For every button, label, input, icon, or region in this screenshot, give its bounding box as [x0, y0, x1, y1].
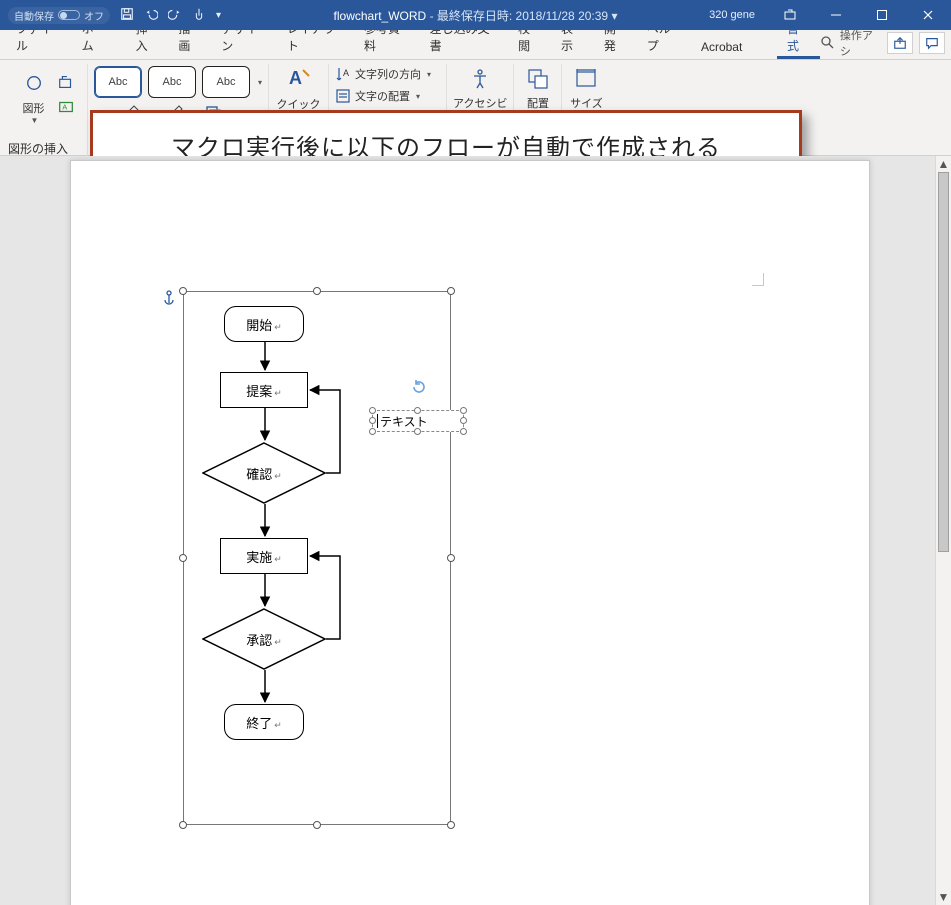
- tell-me-icon[interactable]: [820, 35, 834, 52]
- resize-handle[interactable]: [414, 428, 421, 435]
- ribbon-tabs: ファイル ホーム 挿入 描画 デザイン レイアウト 参考資料 差し込み文書 校閲…: [0, 30, 951, 60]
- maximize-button[interactable]: [859, 9, 905, 21]
- tell-me-input[interactable]: 操作アシ: [840, 27, 881, 59]
- margin-corner-mark: [750, 273, 764, 287]
- quick-access-toolbar: ▾: [120, 7, 230, 24]
- flow-node-propose[interactable]: 提案: [220, 372, 308, 408]
- scroll-thumb[interactable]: [938, 172, 949, 552]
- textbox-text: テキスト: [380, 413, 428, 430]
- resize-handle[interactable]: [414, 407, 421, 414]
- flow-arrow: [264, 408, 266, 445]
- size-icon[interactable]: [573, 66, 599, 95]
- close-button[interactable]: [905, 9, 951, 21]
- flow-node-start[interactable]: 開始: [224, 306, 304, 342]
- text-direction-button[interactable]: A 文字列の方向▾: [335, 66, 431, 82]
- shape-style-2[interactable]: Abc: [148, 66, 196, 98]
- shape-styles-more-icon[interactable]: ▾: [256, 78, 262, 87]
- arrange-icon[interactable]: [525, 66, 551, 95]
- account-name[interactable]: 320 gene: [697, 9, 767, 21]
- flow-label-textbox[interactable]: テキスト: [372, 410, 464, 432]
- resize-handle[interactable]: [369, 417, 376, 424]
- title-dropdown-icon[interactable]: ▾: [611, 9, 617, 23]
- document-filename: flowchart_WORD: [334, 9, 427, 23]
- shapes-gallery-button[interactable]: [17, 66, 51, 100]
- size-label: サイズ: [570, 95, 603, 111]
- autosave-switch-icon: [58, 10, 80, 20]
- quick-styles-icon[interactable]: A: [285, 66, 313, 93]
- resize-handle[interactable]: [460, 428, 467, 435]
- scroll-up-icon[interactable]: ▲: [936, 156, 951, 172]
- flow-node-end[interactable]: 終了: [224, 704, 304, 740]
- svg-text:A: A: [289, 68, 302, 88]
- autosave-toggle[interactable]: 自動保存 オフ: [8, 7, 110, 24]
- svg-text:A: A: [62, 102, 67, 111]
- flow-arrow: [264, 670, 266, 707]
- autosave-label: 自動保存: [14, 8, 54, 23]
- ribbon-display-options-icon[interactable]: [767, 9, 813, 21]
- svg-text:A: A: [343, 68, 349, 78]
- shapes-label: 図形: [23, 100, 45, 116]
- save-icon[interactable]: [120, 7, 134, 24]
- minimize-button[interactable]: [813, 9, 859, 21]
- autosave-state: オフ: [84, 8, 104, 23]
- undo-icon[interactable]: [144, 7, 158, 24]
- title-bar: 自動保存 オフ ▾ flowchart_WORD - 最終保存日時: 2018/…: [0, 0, 951, 30]
- resize-handle[interactable]: [460, 407, 467, 414]
- flow-arrow-loop: [308, 388, 348, 481]
- shapes-dropdown-icon[interactable]: ▼: [29, 116, 39, 125]
- flow-arrow: [264, 342, 266, 375]
- comments-button[interactable]: [919, 32, 945, 54]
- touch-mode-icon[interactable]: [192, 7, 206, 24]
- flow-arrow: [264, 574, 266, 611]
- resize-handle[interactable]: [369, 428, 376, 435]
- arrange-label: 配置: [527, 95, 549, 111]
- vertical-scrollbar[interactable]: ▲ ▼: [935, 156, 951, 905]
- page[interactable]: 開始 提案 確認 実施: [70, 160, 870, 905]
- share-button[interactable]: [887, 32, 913, 54]
- insert-shapes-group-label: 図形の挿入: [8, 140, 68, 157]
- redo-icon[interactable]: [168, 7, 182, 24]
- document-area[interactable]: 開始 提案 確認 実施: [0, 156, 935, 905]
- accessibility-label: アクセシビ: [453, 95, 507, 111]
- align-text-button[interactable]: 文字の配置▾: [335, 88, 420, 104]
- flow-arrow: [264, 504, 266, 541]
- scroll-track[interactable]: [936, 172, 951, 889]
- shape-style-3[interactable]: Abc: [202, 66, 250, 98]
- flow-node-execute[interactable]: 実施: [220, 538, 308, 574]
- resize-handle[interactable]: [369, 407, 376, 414]
- object-anchor-icon: [162, 290, 176, 309]
- scroll-down-icon[interactable]: ▼: [936, 889, 951, 905]
- edit-shape-icon[interactable]: [57, 73, 75, 94]
- accessibility-icon[interactable]: [467, 66, 493, 95]
- tab-acrobat[interactable]: Acrobat: [691, 34, 752, 59]
- text-box-icon[interactable]: A: [57, 98, 75, 119]
- rotate-handle-icon[interactable]: [410, 378, 428, 399]
- text-cursor: [377, 414, 378, 428]
- qat-more-icon[interactable]: ▾: [216, 10, 230, 21]
- shape-style-1[interactable]: Abc: [94, 66, 142, 98]
- last-saved-label: - 最終保存日時: 2018/11/28 20:39: [430, 9, 609, 23]
- flow-arrow-loop: [308, 554, 348, 647]
- selected-group-frame[interactable]: 開始 提案 確認 実施: [183, 291, 451, 825]
- flowchart: 開始 提案 確認 実施: [184, 292, 450, 824]
- resize-handle[interactable]: [460, 417, 467, 424]
